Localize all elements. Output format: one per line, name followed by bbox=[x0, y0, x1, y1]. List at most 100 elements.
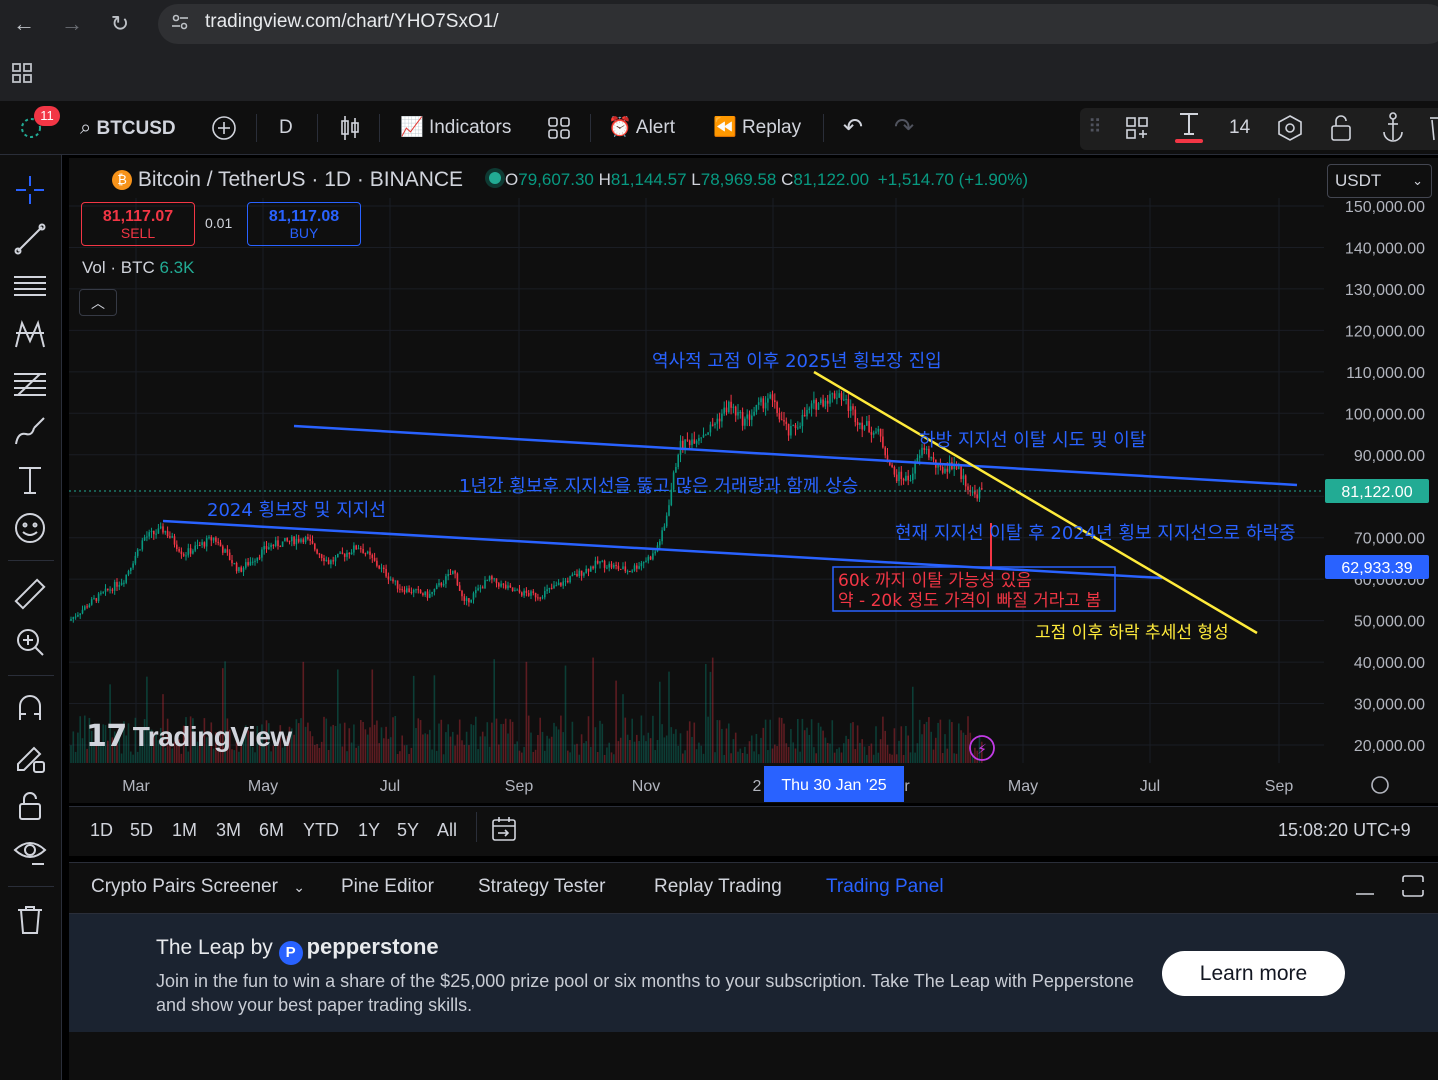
candle-body bbox=[737, 412, 739, 416]
minimize-panel-icon[interactable] bbox=[1354, 874, 1376, 904]
pattern-tool-icon[interactable] bbox=[12, 317, 48, 353]
emoji-icon[interactable] bbox=[12, 510, 48, 546]
high-value: 81,144.57 bbox=[610, 170, 687, 189]
text-tool-icon[interactable] bbox=[1174, 101, 1204, 155]
drag-handle-icon[interactable]: ⠿ bbox=[1088, 101, 1102, 155]
candle-body bbox=[185, 555, 187, 557]
maximize-panel-icon[interactable] bbox=[1401, 874, 1425, 904]
currency-select[interactable]: USDT ⌄ bbox=[1327, 164, 1432, 198]
lock-drawings-icon[interactable] bbox=[12, 788, 48, 824]
stay-in-drawing-icon[interactable] bbox=[12, 740, 48, 776]
undo-icon[interactable]: ↶ bbox=[843, 101, 863, 155]
range-1m[interactable]: 1M bbox=[172, 820, 197, 841]
range-3m[interactable]: 3M bbox=[216, 820, 241, 841]
sell-button[interactable]: 81,117.07 SELL bbox=[81, 202, 195, 246]
magnet-icon[interactable] bbox=[12, 690, 48, 726]
range-1d[interactable]: 1D bbox=[90, 820, 113, 841]
object-tree-icon[interactable] bbox=[1124, 101, 1150, 155]
symbol-search-button[interactable]: ⌕ BTCUSD bbox=[80, 101, 176, 155]
collapse-legend-button[interactable]: ︿ bbox=[79, 289, 117, 316]
volume-bar bbox=[383, 738, 385, 763]
ohlc-values: O79,607.30 H81,144.57 L78,969.58 C81,122… bbox=[505, 170, 1028, 190]
back-arrow-icon[interactable]: ← bbox=[10, 10, 38, 38]
tab-pine-editor[interactable]: Pine Editor bbox=[341, 876, 434, 898]
trash-icon[interactable] bbox=[12, 902, 48, 938]
candle-body bbox=[546, 589, 548, 592]
layouts-icon[interactable] bbox=[546, 101, 572, 155]
chart-canvas[interactable]: 150,000.00 140,000.00 130,000.00 120,000.00… bbox=[69, 158, 1438, 803]
candle-body bbox=[139, 549, 141, 551]
indicators-button[interactable]: 📈 Indicators bbox=[400, 101, 511, 155]
range-6m[interactable]: 6M bbox=[259, 820, 284, 841]
candle-body bbox=[233, 562, 236, 564]
volume-bar bbox=[72, 731, 75, 763]
volume-bar bbox=[665, 735, 668, 763]
eye-visibility-icon[interactable] bbox=[12, 834, 48, 870]
candle-body bbox=[944, 468, 946, 473]
tab-strategy-tester[interactable]: Strategy Tester bbox=[478, 876, 605, 898]
candle-body bbox=[514, 590, 516, 592]
brush-icon[interactable] bbox=[12, 414, 48, 450]
tab-crypto-pairs-screener[interactable]: Crypto Pairs Screener ⌄ bbox=[91, 876, 305, 898]
volume-bar bbox=[948, 719, 951, 763]
horizontal-lines-icon[interactable] bbox=[12, 269, 48, 305]
font-size-value[interactable]: 14 bbox=[1229, 101, 1250, 155]
candle-body bbox=[463, 596, 466, 601]
interval-button[interactable]: D bbox=[279, 101, 293, 155]
range-1y[interactable]: 1Y bbox=[358, 820, 380, 841]
crosshair-icon[interactable] bbox=[12, 172, 48, 208]
tab-trading-panel[interactable]: Trading Panel bbox=[826, 876, 944, 898]
candle-body bbox=[541, 597, 544, 599]
lock-open-icon[interactable] bbox=[1328, 101, 1354, 155]
volume-bar bbox=[918, 719, 921, 763]
volume-bar bbox=[840, 752, 843, 763]
range-5y[interactable]: 5Y bbox=[397, 820, 419, 841]
volume-bar bbox=[964, 734, 967, 763]
volume-bar bbox=[737, 751, 739, 763]
trend-line-icon[interactable] bbox=[12, 221, 48, 257]
forward-arrow-icon[interactable]: → bbox=[58, 10, 86, 38]
range-ytd[interactable]: YTD bbox=[303, 820, 339, 841]
compare-symbol-button[interactable] bbox=[210, 101, 238, 155]
anchor-icon[interactable] bbox=[1380, 101, 1406, 155]
candle-body bbox=[281, 541, 284, 547]
volume-bar bbox=[661, 724, 663, 763]
goto-date-icon[interactable] bbox=[490, 815, 518, 848]
candle-body bbox=[654, 551, 656, 554]
candle-body bbox=[615, 564, 617, 566]
timezone-clock[interactable]: 15:08:20 UTC+9 bbox=[1278, 820, 1411, 841]
chart-type-candles-icon[interactable] bbox=[338, 101, 362, 155]
text-icon[interactable] bbox=[12, 462, 48, 498]
alert-button[interactable]: ⏰ Alert bbox=[608, 101, 675, 155]
range-5d[interactable]: 5D bbox=[130, 820, 153, 841]
candle-body bbox=[222, 546, 224, 553]
volume-bar bbox=[677, 745, 679, 763]
apps-grid-icon[interactable] bbox=[11, 62, 33, 84]
zoom-in-icon[interactable] bbox=[12, 624, 48, 660]
candle-body bbox=[355, 545, 357, 550]
volume-bar bbox=[734, 732, 737, 763]
candle-body bbox=[247, 562, 249, 566]
candle-body bbox=[316, 549, 318, 554]
site-settings-icon[interactable] bbox=[170, 12, 188, 30]
tab-replay-trading[interactable]: Replay Trading bbox=[654, 876, 782, 898]
annotation-current-drop: 현재 지지선 이탈 후 2024년 횡보 지지선으로 하락중 bbox=[895, 523, 1296, 544]
buy-button[interactable]: 81,117.08 BUY bbox=[247, 202, 361, 246]
redo-icon[interactable]: ↷ bbox=[894, 101, 914, 155]
volume-bar bbox=[132, 754, 134, 763]
reload-icon[interactable]: ↻ bbox=[106, 10, 134, 38]
volume-bar bbox=[886, 744, 889, 763]
trash-partial-icon[interactable] bbox=[1428, 101, 1438, 155]
replay-button[interactable]: ⏪ Replay bbox=[713, 101, 801, 155]
volume-bar bbox=[495, 718, 498, 763]
currency-label: USDT bbox=[1335, 171, 1382, 190]
candle-body bbox=[534, 592, 537, 598]
settings-hexagon-icon[interactable] bbox=[1276, 101, 1304, 155]
fib-retracement-icon[interactable] bbox=[12, 366, 48, 402]
volume-bar bbox=[847, 739, 850, 763]
ruler-icon[interactable] bbox=[12, 576, 48, 612]
learn-more-button[interactable]: Learn more bbox=[1162, 951, 1345, 996]
volume-bar bbox=[504, 718, 507, 763]
chart-pane[interactable]: 150,000.00 140,000.00 130,000.00 120,000.00… bbox=[69, 158, 1438, 803]
range-all[interactable]: All bbox=[437, 820, 457, 841]
